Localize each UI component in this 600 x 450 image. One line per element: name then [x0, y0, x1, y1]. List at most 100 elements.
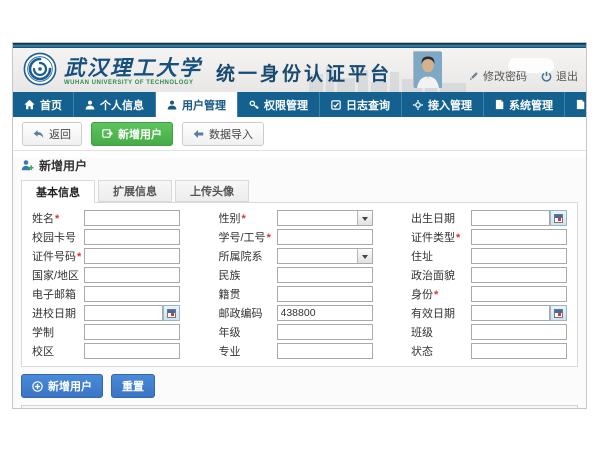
field-label: 学号/工号 [219, 232, 266, 244]
campus-input[interactable] [84, 343, 180, 359]
grade-input[interactable] [277, 324, 373, 340]
university-name-cn: 武汉理工大学 [64, 57, 202, 78]
nav-item-access-management[interactable]: 接入管理 [402, 92, 484, 117]
field-label: 年级 [219, 327, 241, 339]
postal-code-input[interactable] [277, 305, 373, 321]
field-label: 出生日期 [411, 213, 455, 225]
required-mark: * [77, 251, 81, 263]
required-mark: * [55, 213, 59, 225]
field-label: 校区 [32, 346, 54, 358]
valid-date-calendar-button[interactable] [550, 305, 567, 321]
country-input[interactable] [84, 267, 180, 283]
field-label: 身份 [411, 289, 433, 301]
field-label: 邮政编码 [219, 308, 263, 320]
nav-item-home[interactable]: 首页 [13, 92, 74, 117]
field-label: 学制 [32, 327, 54, 339]
home-icon [24, 99, 35, 110]
email-input[interactable] [84, 286, 180, 302]
power-icon [541, 71, 552, 82]
form-actions: 新增用户 重置 [21, 374, 578, 398]
tab-upload-avatar[interactable]: 上传头像 [175, 180, 249, 202]
tab-extended-info[interactable]: 扩展信息 [98, 180, 172, 202]
add-user-icon [102, 128, 113, 139]
status-input[interactable] [471, 343, 567, 359]
calendar-icon [554, 214, 563, 223]
col-name: 姓名 [113, 407, 175, 410]
cert-type-input[interactable] [471, 229, 567, 245]
checklist-icon [331, 100, 341, 110]
birth-date-input[interactable] [471, 210, 550, 226]
field-label: 电子邮箱 [32, 289, 76, 301]
field-label: 性别 [219, 213, 241, 225]
col-actions: 操作 [530, 407, 572, 410]
identity-input[interactable] [471, 286, 567, 302]
key-icon [249, 100, 259, 110]
chevron-down-icon [357, 211, 372, 225]
user-plus-icon [21, 159, 34, 172]
department-select[interactable] [277, 248, 373, 264]
nav-item-subscription-management[interactable]: 订阅管理 [565, 92, 587, 117]
ethnicity-input[interactable] [277, 267, 373, 283]
field-label: 政治面貌 [411, 270, 455, 282]
new-user-form: 姓名* 性别* 出生日期* 校园卡号* 学号/工号* 证件类型* 证件号码* 所… [21, 202, 578, 367]
campus-card-input[interactable] [84, 229, 180, 245]
col-gender: 性别 [175, 407, 273, 410]
user-avatar[interactable] [413, 51, 441, 87]
education-length-input[interactable] [84, 324, 180, 340]
chevron-down-icon [357, 249, 372, 263]
pencil-icon [469, 71, 479, 81]
nav-item-personal-info[interactable]: 个人信息 [74, 92, 156, 117]
col-student-id: 学号/工号 [49, 407, 113, 410]
university-name-en: WUHAN UNIVERSITY OF TECHNOLOGY [64, 80, 202, 86]
back-button[interactable]: 返回 [22, 122, 82, 146]
calendar-icon [554, 309, 563, 318]
col-department: 所属院系 [331, 407, 530, 410]
document-icon [576, 99, 585, 110]
header: 武汉理工大学 WUHAN UNIVERSITY OF TECHNOLOGY 统一… [13, 48, 586, 92]
birth-date-calendar-button[interactable] [550, 210, 567, 226]
submit-add-user-button[interactable]: 新增用户 [21, 374, 103, 398]
cert-number-input[interactable] [84, 248, 180, 264]
field-label: 证件号码 [32, 251, 76, 263]
user-table-header: 学号/工号 姓名 性别 身份 所属院系 操作 [21, 405, 578, 409]
field-label: 状态 [411, 346, 433, 358]
section-title: 新增用户 [21, 157, 578, 174]
brand: 武汉理工大学 WUHAN UNIVERSITY OF TECHNOLOGY 统一… [23, 52, 392, 91]
back-arrow-icon [33, 129, 44, 139]
entry-date-calendar-button[interactable] [163, 305, 180, 321]
change-password-link[interactable]: 修改密码 [469, 68, 527, 84]
valid-date-input[interactable] [471, 305, 550, 321]
calendar-icon [167, 309, 176, 318]
nav-item-system-management[interactable]: 系统管理 [484, 92, 565, 117]
class-input[interactable] [471, 324, 567, 340]
field-label: 住址 [411, 251, 433, 263]
tab-basic-info[interactable]: 基本信息 [21, 180, 95, 203]
student-id-input[interactable] [277, 229, 373, 245]
field-label: 班级 [411, 327, 433, 339]
university-logo [23, 52, 57, 91]
native-place-input[interactable] [277, 286, 373, 302]
platform-title: 统一身份认证平台 [216, 59, 392, 86]
logout-link[interactable]: 退出 [541, 68, 578, 84]
entry-date-input[interactable] [84, 305, 163, 321]
address-input[interactable] [471, 248, 567, 264]
field-label: 有效日期 [411, 308, 455, 320]
required-mark: * [434, 289, 438, 301]
political-status-input[interactable] [471, 267, 567, 283]
major-input[interactable] [277, 343, 373, 359]
field-label: 国家/地区 [32, 270, 79, 282]
data-import-button[interactable]: 数据导入 [182, 122, 264, 146]
add-user-toolbar-button[interactable]: 新增用户 [91, 122, 173, 146]
nav-item-permission-management[interactable]: 权限管理 [238, 92, 320, 117]
field-label: 姓名 [32, 213, 54, 225]
nav-item-log-query[interactable]: 日志查询 [320, 92, 402, 117]
plus-circle-icon [32, 381, 43, 392]
gender-select[interactable] [277, 210, 373, 226]
name-input[interactable] [84, 210, 180, 226]
main-nav: 首页 个人信息 用户管理 权限管理 日志查询 接入管理 系统管理 订阅管理 [13, 92, 586, 117]
nav-item-user-management[interactable]: 用户管理 [156, 92, 238, 117]
user-icon [167, 100, 177, 110]
reset-button[interactable]: 重置 [111, 374, 155, 398]
field-label: 校园卡号 [32, 232, 76, 244]
toolbar: 返回 新增用户 数据导入 [13, 117, 586, 151]
